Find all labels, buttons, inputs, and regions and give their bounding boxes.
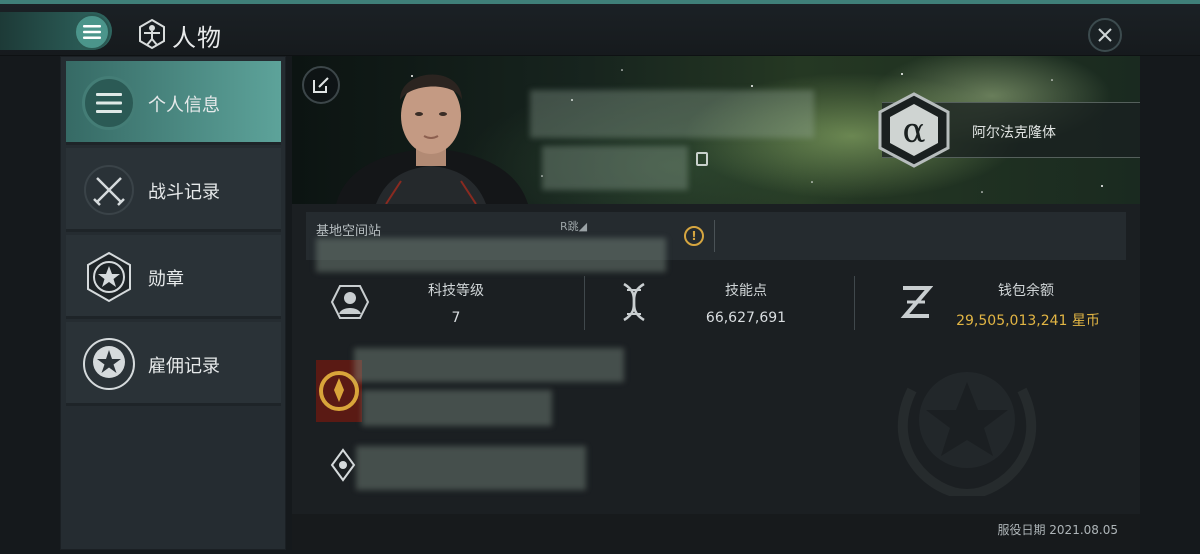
header-bar: 人物 [0,4,1200,56]
sidebar: 个人信息 战斗记录 勋章 雇佣记录 [60,56,286,550]
sidebar-item-battle-record[interactable]: 战斗记录 [66,148,281,232]
station-label: 基地空间站 [316,224,382,239]
close-button[interactable] [1088,18,1122,52]
service-date: 服役日期 2021.08.05 [997,523,1118,537]
vitruvian-person-icon [139,18,165,50]
stat-skill-points: 技能点 66,627,691 [596,268,856,336]
watermark-star-icon [897,372,1037,496]
divider [584,276,585,330]
list-icon [82,76,136,130]
sidebar-item-label: 战斗记录 [148,182,220,203]
sidebar-item-medals[interactable]: 勋章 [66,235,281,319]
menu-button[interactable] [74,14,110,50]
corporation-name: 阿尔法克隆体 [972,125,1056,141]
stat-value: 66,627,691 [705,310,787,326]
redacted-name [530,90,814,138]
sidebar-item-personal-info[interactable]: 个人信息 [66,61,281,145]
redacted-alliance-detail [362,390,552,426]
close-icon [1098,28,1112,42]
divider [714,220,715,252]
redacted-corp [356,446,586,490]
hamburger-icon [83,25,101,39]
crossed-swords-icon [82,163,136,217]
stat-value: 7 [451,310,461,326]
profile-banner: α 阿尔法克隆体 [292,56,1140,204]
jump-indicator: R跳◢ [560,220,588,233]
redacted-id [542,146,688,190]
corp-emblem-icon[interactable] [330,448,356,482]
sidebar-item-label: 雇佣记录 [148,356,220,377]
corporation-symbol: α [903,111,926,151]
stat-label: 钱包余额 [998,283,1054,299]
page-title: 人物 [172,24,222,52]
sidebar-item-label: 勋章 [148,269,184,290]
divider [854,276,855,330]
profile-panel: α 阿尔法克隆体 基地空间站 R跳◢ ! 科技等级 7 技能点 66,627,6… [292,56,1140,550]
stats-row: 科技等级 7 技能点 66,627,691 钱包余额 29,505,013,24… [306,268,1126,336]
sidebar-item-label: 个人信息 [148,95,220,116]
character-portrait [336,74,528,204]
footer-bar: 服役日期 2021.08.05 [292,514,1140,550]
warning-icon[interactable]: ! [684,226,704,246]
stat-label: 科技等级 [428,283,484,299]
stat-label: 技能点 [725,283,767,299]
star-hexagon-icon [82,250,136,304]
redacted-station [316,238,666,272]
sidebar-item-mercenary-record[interactable]: 雇佣记录 [66,322,281,406]
redacted-alliance [354,348,624,382]
stat-value-wallet: 29,505,013,241 星币 [956,313,1100,329]
corporation-hexagon-icon: α [878,92,950,168]
star-laurel-icon [82,337,136,391]
z-currency-icon [894,280,938,324]
stat-wallet-balance: 钱包余额 29,505,013,241 星币 [866,268,1126,336]
dna-icon [612,280,656,324]
copy-icon[interactable] [696,152,708,166]
stat-tech-level: 科技等级 7 [306,268,586,336]
home-station-row[interactable]: 基地空间站 R跳◢ ! [306,212,1126,272]
